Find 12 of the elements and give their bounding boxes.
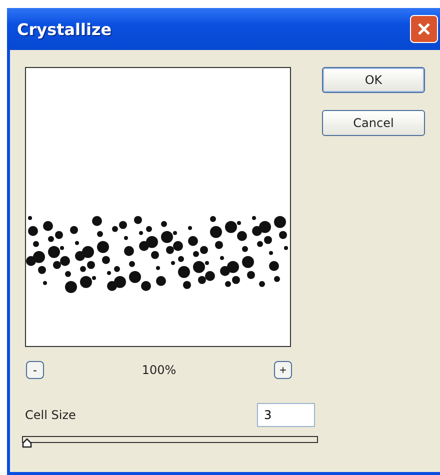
close-icon [417, 22, 431, 36]
slider-thumb[interactable] [22, 438, 32, 448]
cell-size-slider[interactable] [22, 436, 318, 448]
zoom-out-button[interactable]: - [26, 361, 44, 379]
zoom-level: 100% [142, 363, 176, 377]
close-button[interactable] [410, 15, 438, 43]
ok-button[interactable]: OK [322, 67, 425, 93]
cell-size-input[interactable]: 3 [257, 403, 315, 427]
window-title: Crystallize [17, 20, 112, 38]
cancel-button[interactable]: Cancel [322, 110, 425, 136]
zoom-in-button[interactable]: + [274, 361, 292, 379]
cell-size-label: Cell Size [25, 408, 76, 422]
